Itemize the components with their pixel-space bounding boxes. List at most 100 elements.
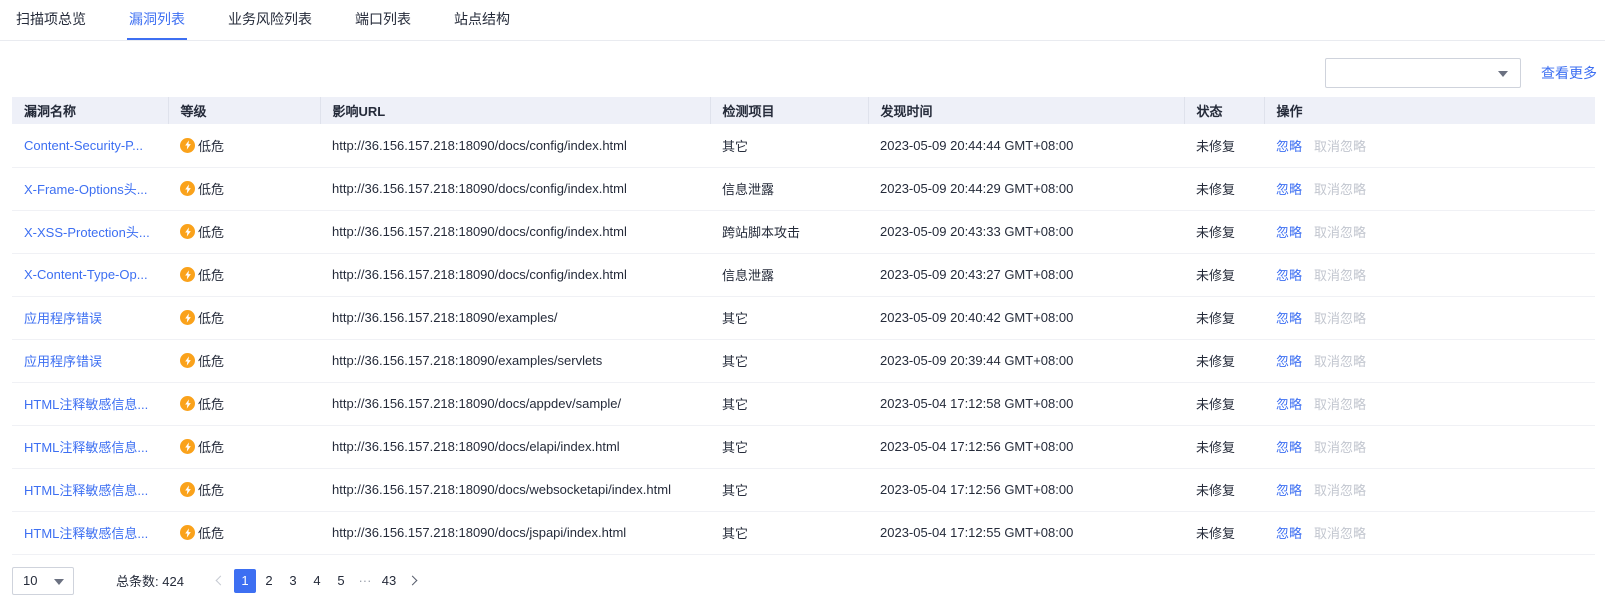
tab-business-risk-list[interactable]: 业务风险列表	[226, 0, 314, 40]
vulnerability-name-link[interactable]: HTML注释敏感信息...	[24, 397, 148, 412]
pager: 12345···43	[210, 569, 426, 593]
status-label: 未修复	[1196, 182, 1235, 197]
table-header-row: 漏洞名称 等级 影响URL 检测项目 发现时间 状态 操作	[12, 97, 1595, 124]
found-time: 2023-05-04 17:12:56 GMT+08:00	[880, 439, 1073, 454]
ignore-link[interactable]: 忽略	[1276, 311, 1302, 326]
cancel-ignore-link[interactable]: 取消忽略	[1314, 483, 1366, 498]
low-risk-icon	[180, 310, 195, 325]
cancel-ignore-link[interactable]: 取消忽略	[1314, 311, 1366, 326]
ignore-link[interactable]: 忽略	[1276, 139, 1302, 154]
detect-item: 其它	[722, 526, 748, 541]
cancel-ignore-link[interactable]: 取消忽略	[1314, 397, 1366, 412]
cancel-ignore-link[interactable]: 取消忽略	[1314, 225, 1366, 240]
tab-port-list[interactable]: 端口列表	[353, 0, 413, 40]
vulnerability-table: 漏洞名称 等级 影响URL 检测项目 发现时间 状态 操作 Content-Se…	[0, 97, 1605, 555]
found-time: 2023-05-04 17:12:55 GMT+08:00	[880, 525, 1073, 540]
vulnerability-name-link[interactable]: X-Frame-Options头...	[24, 182, 148, 197]
detect-item: 其它	[722, 440, 748, 455]
vulnerability-name-link[interactable]: 应用程序错误	[24, 311, 102, 326]
ignore-link[interactable]: 忽略	[1276, 526, 1302, 541]
detect-item: 跨站脚本攻击	[722, 225, 800, 240]
affected-url: http://36.156.157.218:18090/docs/config/…	[332, 181, 627, 196]
table-row: X-Content-Type-Op...低危http://36.156.157.…	[12, 253, 1595, 296]
affected-url: http://36.156.157.218:18090/examples/ser…	[332, 353, 602, 368]
low-risk-icon	[180, 267, 195, 282]
severity-label: 低危	[198, 308, 224, 327]
found-time: 2023-05-09 20:40:42 GMT+08:00	[880, 310, 1073, 325]
table-row: X-XSS-Protection头...低危http://36.156.157.…	[12, 210, 1595, 253]
table-row: 应用程序错误低危http://36.156.157.218:18090/exam…	[12, 296, 1595, 339]
cancel-ignore-link[interactable]: 取消忽略	[1314, 182, 1366, 197]
vulnerability-name-link[interactable]: Content-Security-P...	[24, 138, 143, 153]
vulnerability-name-link[interactable]: 应用程序错误	[24, 354, 102, 369]
low-risk-icon	[180, 525, 195, 540]
filter-select[interactable]	[1325, 58, 1521, 88]
cancel-ignore-link[interactable]: 取消忽略	[1314, 268, 1366, 283]
page-number[interactable]: 43	[378, 569, 400, 593]
status-label: 未修复	[1196, 139, 1235, 154]
column-header-severity: 等级	[168, 97, 320, 124]
ignore-link[interactable]: 忽略	[1276, 483, 1302, 498]
low-risk-icon	[180, 439, 195, 454]
severity-label: 低危	[198, 394, 224, 413]
vulnerability-name-link[interactable]: HTML注释敏感信息...	[24, 483, 148, 498]
found-time: 2023-05-04 17:12:58 GMT+08:00	[880, 396, 1073, 411]
vulnerability-name-link[interactable]: HTML注释敏感信息...	[24, 526, 148, 541]
total-count: 总条数: 424	[116, 571, 184, 590]
page-number[interactable]: 5	[330, 569, 352, 593]
affected-url: http://36.156.157.218:18090/docs/elapi/i…	[332, 439, 620, 454]
found-time: 2023-05-09 20:43:27 GMT+08:00	[880, 267, 1073, 282]
tab-site-structure[interactable]: 站点结构	[452, 0, 512, 40]
tab-vulnerability-list[interactable]: 漏洞列表	[127, 0, 187, 40]
page-number[interactable]: 1	[234, 569, 256, 593]
view-more-link[interactable]: 查看更多	[1541, 63, 1597, 83]
vulnerability-name-link[interactable]: HTML注释敏感信息...	[24, 440, 148, 455]
tab-scan-items-overview[interactable]: 扫描项总览	[14, 0, 88, 40]
cancel-ignore-link[interactable]: 取消忽略	[1314, 139, 1366, 154]
cancel-ignore-link[interactable]: 取消忽略	[1314, 526, 1366, 541]
found-time: 2023-05-04 17:12:56 GMT+08:00	[880, 482, 1073, 497]
ignore-link[interactable]: 忽略	[1276, 225, 1302, 240]
severity-label: 低危	[198, 480, 224, 499]
severity-label: 低危	[198, 523, 224, 542]
column-header-url: 影响URL	[320, 97, 710, 124]
tab-bar: 扫描项总览 漏洞列表 业务风险列表 端口列表 站点结构	[0, 0, 1605, 41]
detect-item: 信息泄露	[722, 268, 774, 283]
low-risk-icon	[180, 181, 195, 196]
table-row: HTML注释敏感信息...低危http://36.156.157.218:180…	[12, 468, 1595, 511]
found-time: 2023-05-09 20:44:29 GMT+08:00	[880, 181, 1073, 196]
vulnerability-name-link[interactable]: X-XSS-Protection头...	[24, 225, 150, 240]
ignore-link[interactable]: 忽略	[1276, 440, 1302, 455]
vuln-table-body: Content-Security-P... 低危 http://36.156.157…	[12, 124, 1595, 554]
severity-label: 低危	[198, 179, 224, 198]
page-number[interactable]: 2	[258, 569, 280, 593]
ignore-link[interactable]: 忽略	[1276, 182, 1302, 197]
affected-url: http://36.156.157.218:18090/docs/jspapi/…	[332, 525, 626, 540]
prev-page-button[interactable]	[210, 569, 232, 593]
severity-label: 低危	[198, 351, 224, 370]
found-time: 2023-05-09 20:39:44 GMT+08:00	[880, 353, 1073, 368]
low-risk-icon	[180, 353, 195, 368]
vulnerability-name-link[interactable]: X-Content-Type-Op...	[24, 267, 148, 282]
low-risk-icon	[180, 396, 195, 411]
table-row: Content-Security-P...低危http://36.156.157…	[12, 124, 1595, 167]
status-label: 未修复	[1196, 268, 1235, 283]
ignore-link[interactable]: 忽略	[1276, 397, 1302, 412]
status-label: 未修复	[1196, 526, 1235, 541]
column-header-found-time: 发现时间	[868, 97, 1184, 124]
column-header-name: 漏洞名称	[12, 97, 168, 124]
page-size-select[interactable]: 10	[12, 567, 74, 595]
cancel-ignore-link[interactable]: 取消忽略	[1314, 440, 1366, 455]
status-label: 未修复	[1196, 354, 1235, 369]
page-size-value: 10	[23, 573, 37, 588]
cancel-ignore-link[interactable]: 取消忽略	[1314, 354, 1366, 369]
page-number[interactable]: 3	[282, 569, 304, 593]
low-risk-icon	[180, 224, 195, 239]
ignore-link[interactable]: 忽略	[1276, 268, 1302, 283]
ignore-link[interactable]: 忽略	[1276, 354, 1302, 369]
page-number[interactable]: 4	[306, 569, 328, 593]
page-ellipsis: ···	[354, 569, 376, 593]
next-page-button[interactable]	[402, 569, 424, 593]
severity-label: 低危	[198, 136, 224, 155]
chevron-down-icon	[1498, 71, 1508, 77]
